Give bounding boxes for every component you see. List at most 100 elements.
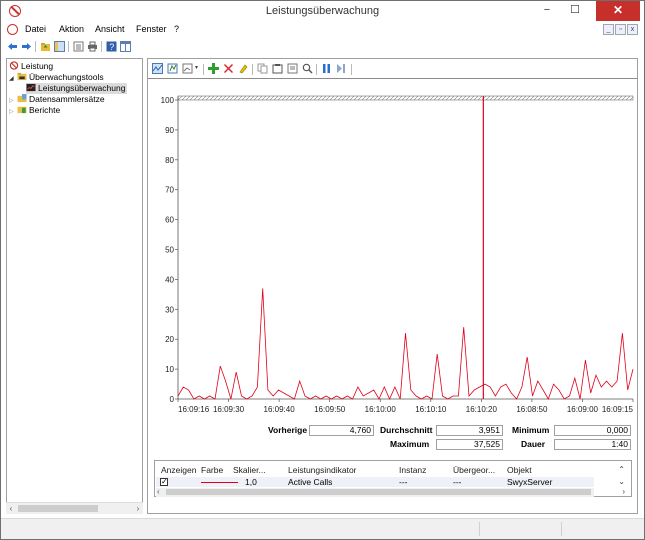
scroll-up-icon[interactable]: ⌃ — [618, 465, 625, 474]
delete-counter-icon[interactable] — [223, 63, 234, 74]
performance-icon — [9, 61, 19, 70]
column-header-skalierung[interactable]: Skalier... — [233, 465, 266, 475]
show-counter-checkbox[interactable]: ✓ — [160, 478, 168, 486]
menu-fenster[interactable]: Fenster — [136, 24, 167, 34]
legend-horizontal-scrollbar[interactable]: ‹ — [156, 487, 594, 497]
forward-arrow-icon[interactable] — [21, 41, 32, 52]
tree-item-label: Überwachungstools — [29, 72, 104, 82]
add-counter-icon[interactable] — [208, 63, 219, 74]
y-tick-label: 100 — [161, 96, 175, 105]
tree-expander[interactable]: ▷ — [9, 107, 17, 118]
copy-properties-icon[interactable] — [257, 63, 268, 74]
main-toolbar: ? — [1, 38, 644, 55]
counter-parent: --- — [453, 477, 462, 487]
update-data-icon[interactable] — [336, 63, 347, 74]
column-header-uebergeordnet[interactable]: Übergeor... — [453, 465, 495, 475]
mdi-restore-button[interactable]: ▫ — [615, 24, 626, 35]
console-view-icon[interactable] — [120, 41, 131, 52]
close-button[interactable]: ✕ — [596, 1, 640, 21]
performance-graph[interactable]: 1009080706050403020100 16:09:16 16:09:30 1… — [148, 86, 637, 476]
mmc-icon[interactable] — [7, 24, 18, 35]
scroll-left-icon[interactable]: ‹ — [6, 503, 16, 514]
back-arrow-icon[interactable] — [7, 41, 18, 52]
tree-expander[interactable]: ◢ — [9, 74, 17, 85]
freeze-display-icon[interactable] — [321, 63, 332, 74]
graph-toolbar: ▾ — [148, 59, 637, 79]
scroll-thumb[interactable] — [166, 489, 591, 495]
mdi-minimize-button[interactable]: _ — [603, 24, 614, 35]
scroll-thumb[interactable] — [18, 505, 98, 512]
x-tick-label: 16:09:30 — [213, 405, 245, 414]
data-collector-icon — [17, 94, 27, 103]
folder-up-icon[interactable] — [40, 41, 51, 52]
y-tick-label: 50 — [165, 246, 174, 255]
menu-help[interactable]: ? — [174, 24, 179, 34]
tree-item-datensammlersaetze[interactable]: ▷ Datensammlersätze — [9, 94, 105, 105]
view-log-data-icon[interactable] — [167, 63, 178, 74]
monitor-icon — [26, 83, 36, 92]
dauer-label: Dauer — [521, 439, 546, 449]
x-tick-label: 16:10:00 — [365, 405, 397, 414]
x-tick-label: 16:09:16 — [178, 405, 210, 414]
view-current-activity-icon[interactable] — [152, 63, 163, 74]
help-icon[interactable]: ? — [106, 41, 117, 52]
column-header-farbe[interactable]: Farbe — [201, 465, 223, 475]
minimum-value: 0,000 — [554, 425, 631, 436]
durchschnitt-label: Durchschnitt — [380, 425, 433, 435]
plot-top-band — [177, 95, 634, 101]
tree-item-leistung[interactable]: Leistung — [9, 61, 53, 72]
y-tick-label: 40 — [165, 275, 174, 284]
plot-area — [178, 96, 633, 399]
paste-counter-list-icon[interactable] — [272, 63, 283, 74]
tree-item-label: Datensammlersätze — [29, 94, 105, 104]
maximum-value: 37,525 — [436, 439, 503, 450]
tree-item-leistungsueberwachung[interactable]: Leistungsüberwachung — [26, 83, 128, 94]
maximize-button[interactable]: ☐ — [562, 1, 588, 21]
column-header-objekt[interactable]: Objekt — [507, 465, 532, 475]
tree-item-ueberwachungstools[interactable]: ◢ Überwachungstools — [9, 72, 104, 83]
column-header-leistungsindikator[interactable]: Leistungsindikator — [288, 465, 357, 475]
column-header-anzeigen[interactable]: Anzeigen — [161, 465, 196, 475]
mdi-close-button[interactable]: x — [627, 24, 638, 35]
x-tick-label: 16:10:20 — [466, 405, 498, 414]
svg-text:?: ? — [109, 42, 114, 52]
vorherige-value: 4,760 — [309, 425, 374, 436]
scroll-left-icon[interactable]: ‹ — [157, 487, 160, 496]
x-tick-label: 16:09:00 — [567, 405, 599, 414]
chevron-down-icon[interactable]: ▾ — [195, 64, 198, 71]
scroll-right-icon[interactable]: › — [133, 503, 143, 514]
tree-horizontal-scrollbar[interactable]: ‹ › — [6, 502, 143, 514]
folder-icon — [17, 72, 27, 81]
minimize-button[interactable]: − — [534, 1, 560, 21]
menu-datei[interactable]: Datei — [25, 24, 46, 34]
change-graph-type-icon[interactable] — [182, 63, 193, 74]
vorherige-label: Vorherige — [268, 425, 308, 435]
tree-item-label: Leistung — [21, 61, 54, 71]
statistics-panel: Vorherige 4,760 Durchschnitt 3,951 Minim… — [148, 425, 637, 455]
properties-icon[interactable] — [287, 63, 298, 74]
counter-name: Active Calls — [288, 477, 333, 487]
zoom-icon[interactable] — [302, 63, 313, 74]
menu-aktion[interactable]: Aktion — [59, 24, 84, 34]
y-tick-label: 0 — [170, 395, 175, 404]
scroll-right-icon[interactable]: › — [622, 487, 625, 496]
status-cell — [479, 522, 480, 536]
performance-monitor-pane: ▾ 100 90 80 70 60 50 40 30 20 10 0 16:09… — [147, 58, 638, 514]
y-tick-label: 10 — [165, 365, 174, 374]
series-color-swatch — [201, 482, 238, 483]
dauer-value: 1:40 — [554, 439, 631, 450]
print-icon[interactable] — [87, 41, 98, 52]
mdi-controls: _ ▫ x — [602, 24, 638, 36]
show-hide-tree-icon[interactable] — [54, 41, 65, 52]
y-tick-label: 70 — [165, 186, 174, 195]
properties-icon[interactable] — [73, 41, 84, 52]
tree-item-label: Berichte — [29, 105, 61, 115]
title-bar[interactable]: Leistungsüberwachung − ☐ ✕ — [1, 1, 644, 22]
column-header-instanz[interactable]: Instanz — [399, 465, 426, 475]
y-tick-label: 30 — [165, 305, 174, 314]
scroll-down-icon[interactable]: ⌄ — [618, 477, 625, 486]
tree-item-berichte[interactable]: ▷ Berichte — [9, 105, 60, 116]
highlight-icon[interactable] — [238, 63, 249, 74]
menu-bar: Datei Aktion Ansicht Fenster ? _ ▫ x — [1, 22, 644, 38]
menu-ansicht[interactable]: Ansicht — [95, 24, 125, 34]
